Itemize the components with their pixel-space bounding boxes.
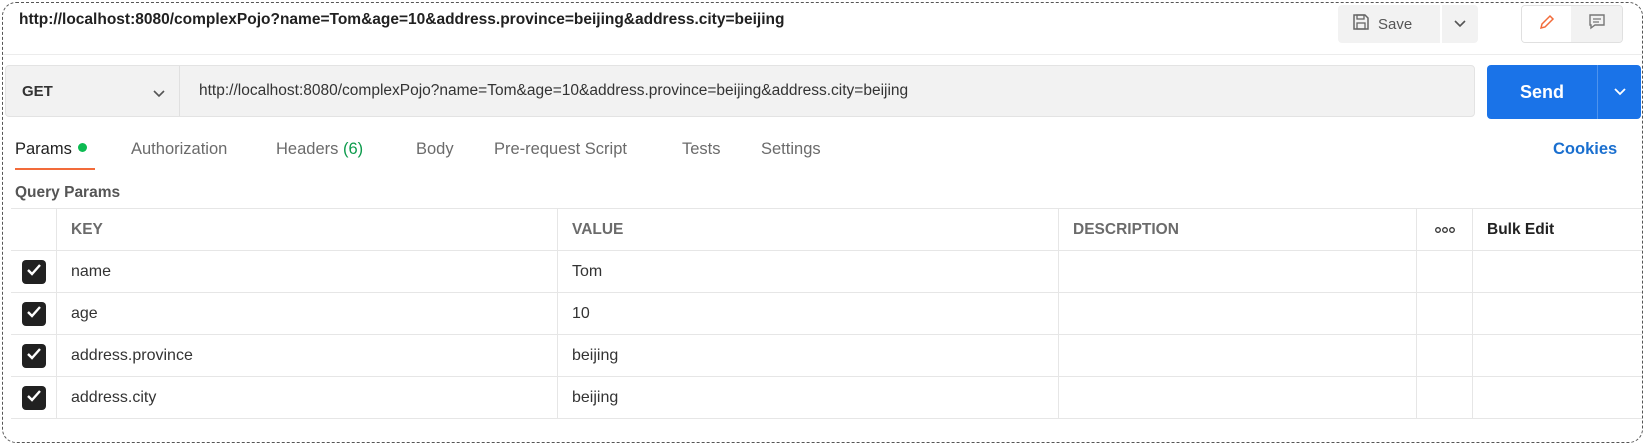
table-row: name Tom — [11, 251, 1642, 293]
param-description-input[interactable] — [1059, 251, 1417, 293]
row-spacer-cell — [1417, 293, 1473, 335]
row-check-cell — [11, 293, 57, 335]
tab-tests[interactable]: Tests — [682, 140, 721, 174]
url-input[interactable]: http://localhost:8080/complexPojo?name=T… — [199, 82, 908, 100]
table-row: age 10 — [11, 293, 1642, 335]
param-value-input[interactable]: 10 — [558, 293, 1059, 335]
row-spacer-cell — [1417, 335, 1473, 377]
headers-count-badge: (6) — [342, 140, 364, 158]
row-check-cell — [11, 377, 57, 419]
table-row: address.province beijing — [11, 335, 1642, 377]
row-spacer-cell — [1473, 377, 1642, 419]
row-enabled-checkbox[interactable] — [21, 344, 46, 368]
send-button[interactable]: Send — [1487, 65, 1597, 119]
tab-settings[interactable]: Settings — [761, 140, 821, 174]
table-header-row: KEY VALUE DESCRIPTION Bulk Edit — [11, 209, 1642, 251]
cookies-link[interactable]: Cookies — [1553, 140, 1617, 159]
status-dot — [77, 143, 87, 152]
comments-button[interactable] — [1571, 6, 1622, 42]
chevron-down-icon — [152, 85, 166, 103]
column-header-value: VALUE — [558, 209, 1059, 251]
column-header-description: DESCRIPTION — [1059, 209, 1417, 251]
tab-body[interactable]: Body — [416, 140, 454, 174]
query-params-table: KEY VALUE DESCRIPTION Bulk Edit name Tom a… — [11, 208, 1642, 419]
row-enabled-checkbox[interactable] — [21, 302, 46, 326]
tab-pre-request-script[interactable]: Pre-request Script — [494, 140, 627, 174]
param-key-input[interactable]: name — [57, 251, 558, 293]
param-key-input[interactable]: address.city — [57, 377, 558, 419]
save-options-button[interactable] — [1442, 5, 1478, 43]
row-check-cell — [11, 251, 57, 293]
edit-mode-button[interactable] — [1522, 6, 1572, 42]
more-options-button[interactable] — [1417, 209, 1473, 251]
row-spacer-cell — [1417, 377, 1473, 419]
checkmark-icon — [26, 263, 42, 282]
query-params-title: Query Params — [15, 184, 121, 201]
row-spacer-cell — [1417, 251, 1473, 293]
checkmark-icon — [26, 305, 42, 324]
pencil-icon — [1537, 12, 1557, 37]
active-tab-indicator — [15, 168, 95, 170]
title-bar: http://localhost:8080/complexPojo?name=T… — [3, 3, 1642, 55]
send-group: Send — [1487, 65, 1641, 119]
chevron-down-icon — [1453, 15, 1467, 33]
row-check-cell — [11, 335, 57, 377]
more-horizontal-icon — [1434, 221, 1456, 239]
checkmark-icon — [26, 389, 42, 408]
tab-headers[interactable]: Headers (6) — [276, 140, 363, 174]
comment-icon — [1587, 12, 1607, 37]
row-spacer-cell — [1473, 293, 1642, 335]
param-key-input[interactable]: age — [57, 293, 558, 335]
tab-params[interactable]: Params — [15, 140, 95, 174]
tab-label: Params — [15, 140, 72, 158]
row-enabled-checkbox[interactable] — [21, 260, 46, 284]
save-button[interactable]: Save — [1338, 5, 1440, 43]
param-value-input[interactable]: Tom — [558, 251, 1059, 293]
param-description-input[interactable] — [1059, 335, 1417, 377]
param-key-input[interactable]: address.province — [57, 335, 558, 377]
chevron-down-icon — [1613, 83, 1627, 101]
request-bar: GET http://localhost:8080/complexPojo?na… — [5, 65, 1475, 117]
column-header-key: KEY — [57, 209, 558, 251]
table-row: address.city beijing — [11, 377, 1642, 419]
tab-label: Headers — [276, 140, 339, 158]
save-group: Save — [1338, 5, 1478, 43]
save-label: Save — [1378, 15, 1413, 33]
header-check-cell — [11, 209, 57, 251]
checkmark-icon — [26, 347, 42, 366]
param-value-input[interactable]: beijing — [558, 377, 1059, 419]
method-label: GET — [22, 82, 53, 100]
request-title[interactable]: http://localhost:8080/complexPojo?name=T… — [19, 11, 784, 29]
row-spacer-cell — [1473, 335, 1642, 377]
save-icon — [1352, 13, 1370, 35]
send-options-button[interactable] — [1597, 65, 1641, 119]
param-description-input[interactable] — [1059, 293, 1417, 335]
bulk-edit-button[interactable]: Bulk Edit — [1473, 209, 1642, 251]
row-spacer-cell — [1473, 251, 1642, 293]
tab-authorization[interactable]: Authorization — [131, 140, 227, 174]
postman-request-panel: http://localhost:8080/complexPojo?name=T… — [2, 2, 1643, 443]
param-value-input[interactable]: beijing — [558, 335, 1059, 377]
param-description-input[interactable] — [1059, 377, 1417, 419]
row-enabled-checkbox[interactable] — [21, 386, 46, 410]
view-mode-toggle — [1521, 5, 1623, 43]
